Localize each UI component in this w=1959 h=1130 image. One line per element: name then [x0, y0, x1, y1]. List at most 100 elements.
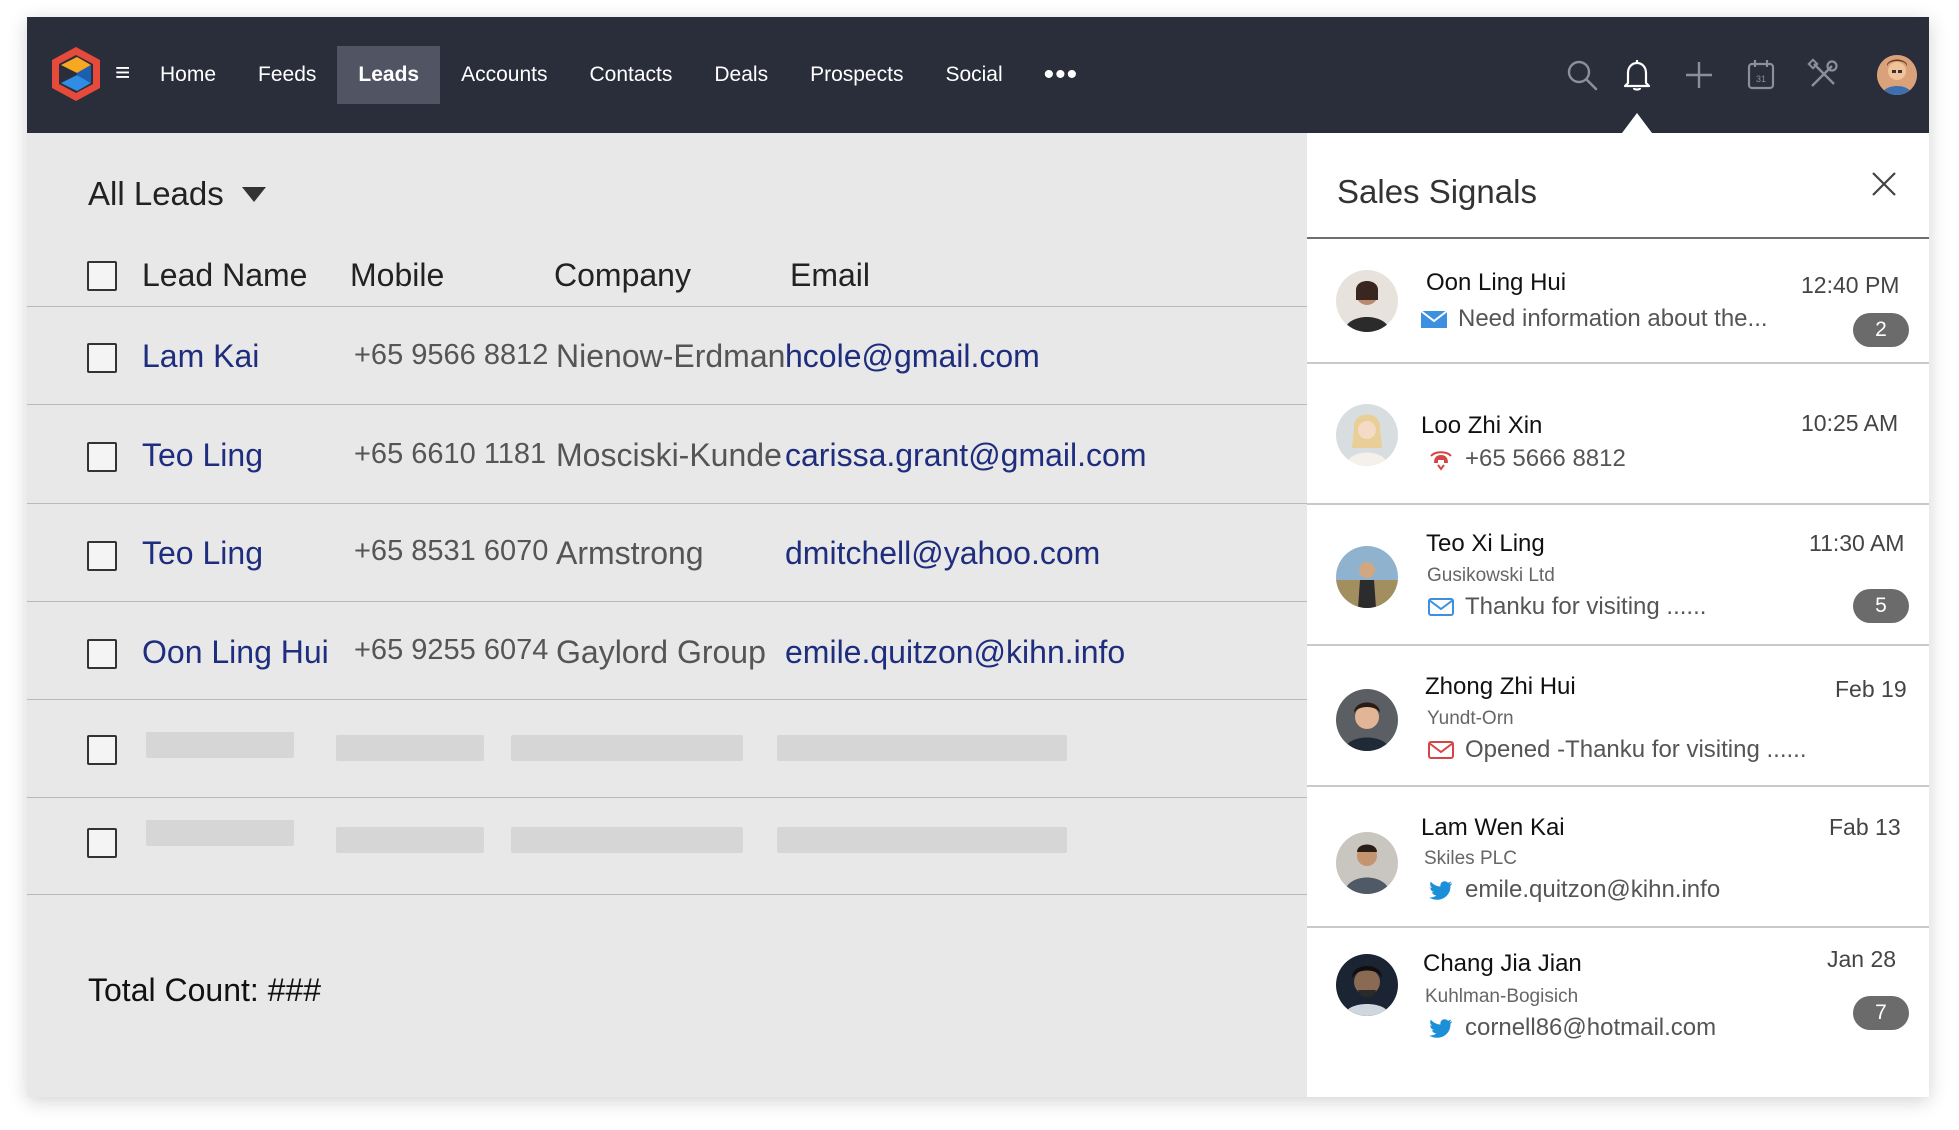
- signal-item[interactable]: Loo Zhi Xin 10:25 AM +65 5666 8812: [1307, 364, 1929, 505]
- lead-name-link[interactable]: Teo Ling: [142, 535, 263, 572]
- lead-mobile: +65 9566 8812: [354, 339, 549, 371]
- signal-time: 11:30 AM: [1809, 530, 1905, 556]
- lead-name-link[interactable]: Lam Kai: [142, 338, 259, 375]
- skeleton-bar: [336, 735, 484, 761]
- skeleton-bar: [146, 820, 294, 846]
- signal-time: Fab 13: [1829, 814, 1901, 840]
- column-company[interactable]: Company: [554, 257, 691, 294]
- select-all-checkbox[interactable]: [87, 261, 117, 291]
- column-mobile[interactable]: Mobile: [350, 257, 444, 294]
- signal-item[interactable]: Lam Wen Kai Fab 13 Skiles PLC emile.quit…: [1307, 787, 1929, 928]
- signal-item[interactable]: Oon Ling Hui 12:40 PM Need information a…: [1307, 241, 1929, 364]
- calendar-day: 31: [1756, 74, 1766, 84]
- skeleton-bar: [777, 827, 1067, 853]
- search-icon[interactable]: [1564, 57, 1600, 93]
- signal-item[interactable]: Chang Jia Jian Jan 28 Kuhlman-Bogisich c…: [1307, 928, 1929, 1069]
- signal-item[interactable]: Teo Xi Ling 11:30 AM Gusikowski Ltd Than…: [1307, 505, 1929, 646]
- avatar: [1336, 546, 1398, 608]
- signal-time: Feb 19: [1835, 676, 1907, 702]
- lead-email-link[interactable]: dmitchell@yahoo.com: [785, 535, 1100, 572]
- top-nav: ≡ Home Feeds Leads Accounts Contacts Dea…: [27, 17, 1929, 149]
- lead-email-link[interactable]: carissa.grant@gmail.com: [785, 437, 1146, 474]
- row-checkbox[interactable]: [87, 735, 117, 765]
- count-badge: 7: [1853, 996, 1909, 1030]
- close-icon[interactable]: [1867, 167, 1901, 201]
- count-badge: 2: [1853, 313, 1909, 347]
- signal-detail-text: +65 5666 8812: [1465, 445, 1626, 472]
- signal-detail: Need information about the...: [1420, 305, 1768, 333]
- signal-detail-text: cornell86@hotmail.com: [1465, 1014, 1717, 1041]
- signal-name[interactable]: Teo Xi Ling: [1426, 530, 1545, 558]
- panel-header: Sales Signals: [1307, 133, 1929, 239]
- view-title: All Leads: [88, 175, 224, 212]
- lead-name-link[interactable]: Oon Ling Hui: [142, 634, 329, 671]
- tools-icon[interactable]: [1805, 57, 1841, 93]
- table-row[interactable]: Teo Ling +65 8531 6070 Armstrong dmitche…: [27, 504, 1307, 602]
- row-checkbox[interactable]: [87, 343, 117, 373]
- app-logo[interactable]: [47, 45, 105, 103]
- row-checkbox[interactable]: [87, 828, 117, 858]
- mail-outline-icon: [1427, 595, 1455, 619]
- lead-mobile: +65 6610 1181: [354, 438, 547, 470]
- user-avatar[interactable]: [1877, 55, 1917, 95]
- signal-detail: emile.quitzon@kihn.info: [1427, 876, 1720, 904]
- lead-name-link[interactable]: Teo Ling: [142, 437, 263, 474]
- row-checkbox[interactable]: [87, 442, 117, 472]
- nav-home[interactable]: Home: [139, 46, 237, 104]
- signal-name[interactable]: Lam Wen Kai: [1421, 814, 1565, 842]
- placeholder-row: [27, 798, 1307, 895]
- signal-time: 10:25 AM: [1801, 410, 1899, 436]
- signal-company: Yundt-Orn: [1427, 708, 1514, 729]
- nav-prospects[interactable]: Prospects: [789, 46, 924, 104]
- signal-detail-text: emile.quitzon@kihn.info: [1465, 876, 1721, 903]
- twitter-icon: [1427, 1016, 1455, 1040]
- view-selector[interactable]: All Leads: [88, 175, 266, 213]
- column-email[interactable]: Email: [790, 257, 870, 294]
- nav-leads[interactable]: Leads: [337, 46, 441, 104]
- column-lead-name[interactable]: Lead Name: [142, 257, 307, 294]
- signal-detail: +65 5666 8812: [1427, 445, 1626, 473]
- signal-item[interactable]: Zhong Zhi Hui Feb 19 Yundt-Orn Opened -T…: [1307, 646, 1929, 787]
- bell-icon[interactable]: [1619, 57, 1655, 93]
- row-checkbox[interactable]: [87, 639, 117, 669]
- app-window: ≡ Home Feeds Leads Accounts Contacts Dea…: [27, 17, 1929, 1097]
- lead-company: Nienow-Erdman: [556, 338, 786, 374]
- lead-mobile: +65 9255 6074: [354, 634, 549, 666]
- signal-name[interactable]: Oon Ling Hui: [1426, 269, 1566, 297]
- nav-social[interactable]: Social: [924, 46, 1023, 104]
- skeleton-bar: [146, 732, 294, 758]
- signal-name[interactable]: Zhong Zhi Hui: [1425, 673, 1576, 701]
- table-row[interactable]: Teo Ling +65 6610 1181 Mosciski-Kunde ca…: [27, 405, 1307, 504]
- nav-feeds[interactable]: Feeds: [237, 46, 337, 104]
- panel-title: Sales Signals: [1337, 173, 1537, 210]
- nav-deals[interactable]: Deals: [693, 46, 789, 104]
- nav-accounts[interactable]: Accounts: [440, 46, 568, 104]
- signal-detail-text: Opened -Thanku for visiting ......: [1465, 736, 1807, 763]
- lead-company: Gaylord Group: [556, 634, 766, 670]
- row-checkbox[interactable]: [87, 541, 117, 571]
- plus-icon[interactable]: [1681, 57, 1717, 93]
- lead-email-link[interactable]: emile.quitzon@kihn.info: [785, 634, 1125, 671]
- lead-email-link[interactable]: hcole@gmail.com: [785, 338, 1040, 375]
- chevron-down-icon: [241, 186, 266, 202]
- avatar: [1336, 404, 1398, 466]
- sales-signals-panel: Sales Signals Oon Ling Hui 12:40 PM Need…: [1307, 133, 1929, 1097]
- menu-icon[interactable]: ≡: [115, 57, 130, 87]
- signal-detail-text: Need information about the...: [1458, 305, 1768, 332]
- avatar: [1336, 689, 1398, 751]
- table-row[interactable]: Oon Ling Hui +65 9255 6074 Gaylord Group…: [27, 602, 1307, 700]
- signal-detail: Opened -Thanku for visiting ......: [1427, 736, 1807, 764]
- signal-name[interactable]: Loo Zhi Xin: [1421, 412, 1542, 440]
- calendar-icon[interactable]: 31: [1743, 57, 1779, 93]
- more-menu-icon[interactable]: •••: [1024, 46, 1099, 104]
- mail-opened-icon: [1427, 738, 1455, 762]
- avatar: [1336, 832, 1398, 894]
- signal-name[interactable]: Chang Jia Jian: [1423, 950, 1582, 978]
- nav-contacts[interactable]: Contacts: [569, 46, 694, 104]
- signal-company: Gusikowski Ltd: [1427, 565, 1555, 586]
- signal-time: 12:40 PM: [1801, 272, 1900, 298]
- signal-company: Kuhlman-Bogisich: [1425, 986, 1579, 1007]
- phone-call-icon: [1427, 447, 1455, 471]
- signal-time: Jan 28: [1827, 946, 1897, 972]
- table-row[interactable]: Lam Kai +65 9566 8812 Nienow-Erdman hcol…: [27, 307, 1307, 405]
